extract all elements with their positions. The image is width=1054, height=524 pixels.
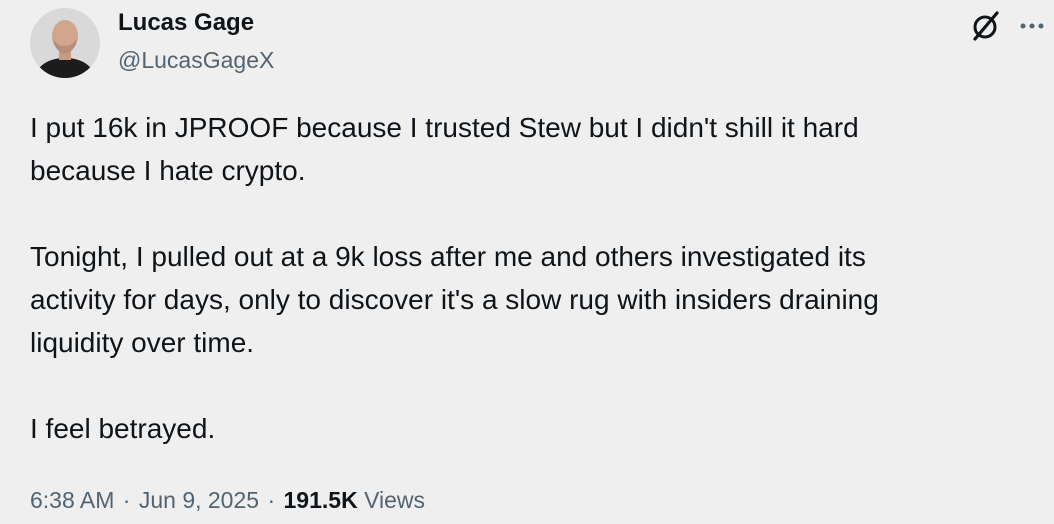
tweet-meta: 6:38 AM · Jun 9, 2025 · 191.5K Views <box>30 482 425 518</box>
meta-separator: · <box>122 487 131 513</box>
tweet: Lucas Gage @LucasGageX I put 16k in JPRO… <box>0 0 1054 524</box>
avatar[interactable] <box>30 8 100 78</box>
tweet-paragraph: I put 16k in JPROOF because I trusted St… <box>30 112 859 186</box>
display-name[interactable]: Lucas Gage <box>118 7 274 39</box>
grok-icon[interactable] <box>970 8 1002 44</box>
more-options-icon[interactable] <box>1015 10 1049 40</box>
tweet-date[interactable]: Jun 9, 2025 <box>139 487 259 513</box>
tweet-text: I put 16k in JPROOF because I trusted St… <box>30 106 1030 493</box>
views-label: Views <box>364 487 426 513</box>
tweet-paragraph: Tonight, I pulled out at a 9k loss after… <box>30 241 879 358</box>
user-info: Lucas Gage @LucasGageX <box>118 7 274 76</box>
tweet-time[interactable]: 6:38 AM <box>30 487 114 513</box>
views-count[interactable]: 191.5K <box>284 487 358 513</box>
user-handle[interactable]: @LucasGageX <box>118 44 274 76</box>
tweet-paragraph: I feel betrayed. <box>30 413 216 444</box>
meta-separator: · <box>267 487 276 513</box>
